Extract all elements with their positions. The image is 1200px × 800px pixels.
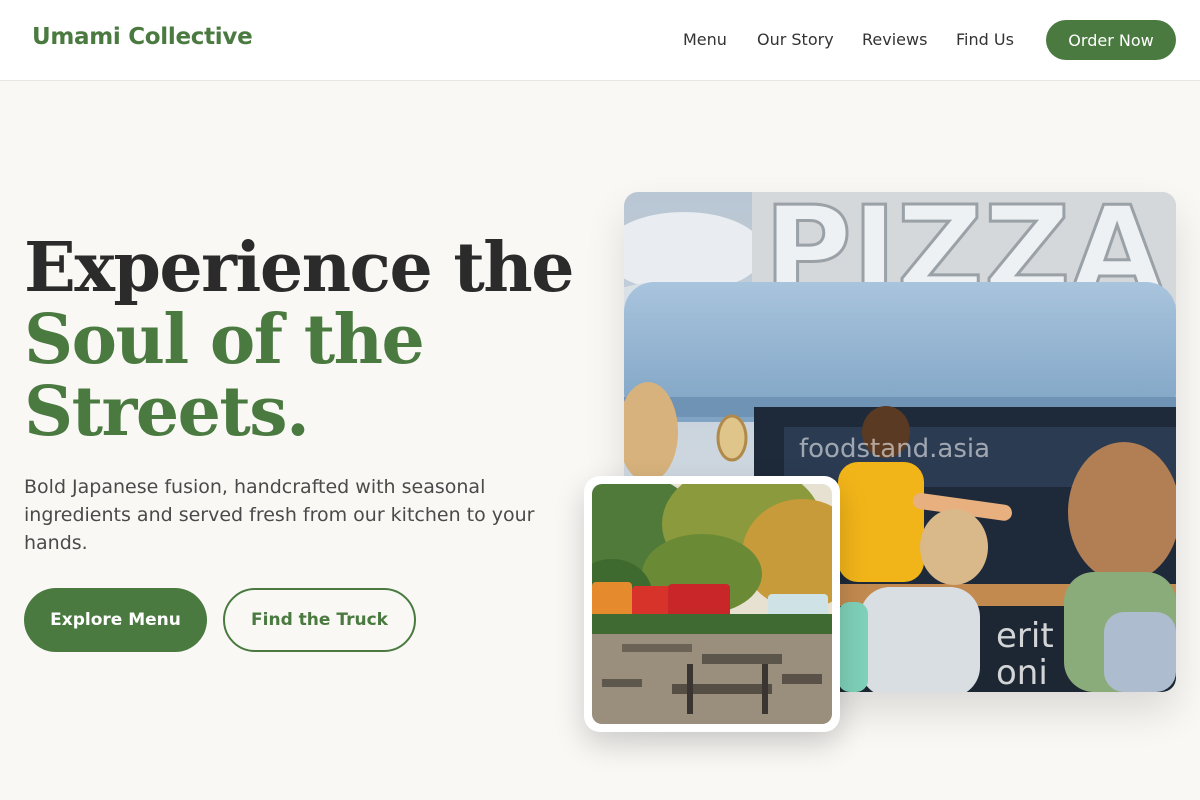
site-header: Umami Collective Menu Our Story Reviews … <box>0 0 1200 81</box>
hero-subtext: Bold Japanese fusion, handcrafted with s… <box>24 476 535 554</box>
headline-line-3: Streets. <box>24 372 310 452</box>
find-truck-button[interactable]: Find the Truck <box>223 588 416 652</box>
svg-text:erit: erit <box>996 616 1054 656</box>
image-watermark: foodstand.asia <box>799 434 990 464</box>
nav-link-our-story[interactable]: Our Story <box>757 30 834 49</box>
nav-link-menu[interactable]: Menu <box>683 30 727 49</box>
nav-link-reviews[interactable]: Reviews <box>862 30 927 49</box>
headline-line-1: Experience the <box>24 228 575 308</box>
food-truck-park-photo <box>592 484 832 724</box>
headline-line-2: Soul of the <box>24 300 425 380</box>
explore-menu-button[interactable]: Explore Menu <box>24 588 207 652</box>
nav-link-find-us[interactable]: Find Us <box>956 30 1014 49</box>
hero-headline: Experience the Soul of the Streets. <box>24 228 575 452</box>
order-now-button[interactable]: Order Now <box>1046 20 1176 60</box>
svg-text:oni: oni <box>996 653 1048 692</box>
inset-photo-card <box>584 476 840 732</box>
brand-logo[interactable]: Umami Collective <box>32 24 253 50</box>
